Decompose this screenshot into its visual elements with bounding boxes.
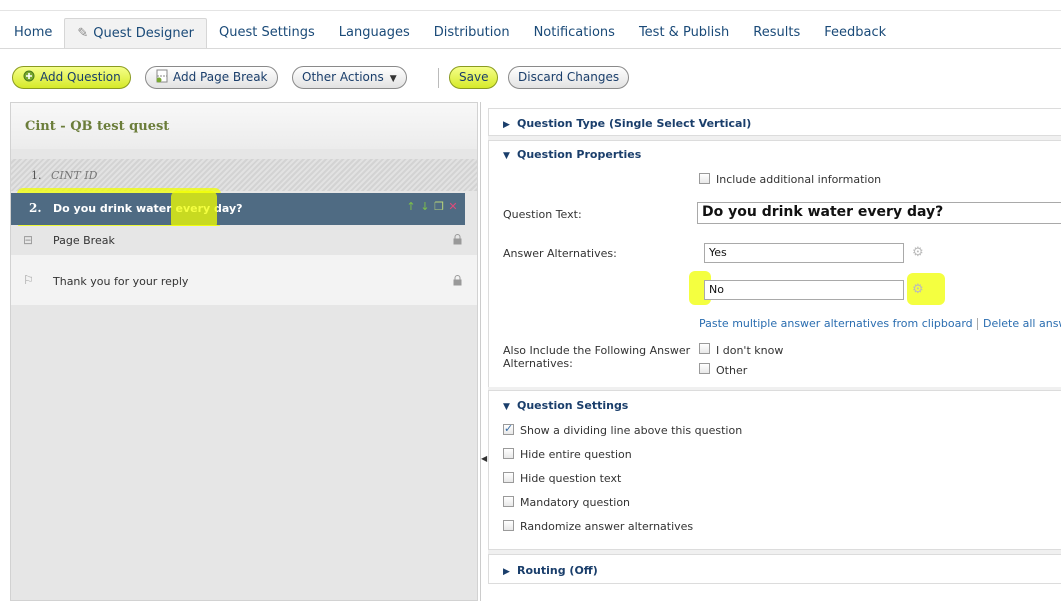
- question-type-header[interactable]: ▶ Question Type (Single Select Vertical): [503, 117, 751, 130]
- gear-icon[interactable]: ⚙: [912, 283, 926, 297]
- copy-icon[interactable]: ❐: [433, 201, 445, 213]
- question-properties-header[interactable]: ▼ Question Properties: [503, 148, 641, 161]
- question-row-2-selected[interactable]: 2. Do you drink water every day? ↑ ↓ ❐ ✕: [11, 193, 465, 225]
- question-text-input[interactable]: Do you drink water every day?: [697, 202, 1061, 224]
- question-list-panel: Cint - QB test quest 1. CINT ID 2. Do yo…: [10, 102, 478, 601]
- tab-results[interactable]: Results: [741, 18, 812, 48]
- quest-header: Cint - QB test quest: [11, 103, 477, 149]
- tab-test-publish[interactable]: Test & Publish: [627, 18, 741, 48]
- add-page-break-button[interactable]: Add Page Break: [145, 66, 278, 89]
- question-type-title: Question Type (Single Select Vertical): [517, 117, 752, 130]
- question-number: 2.: [29, 201, 42, 215]
- lock-icon: [453, 234, 463, 246]
- question-editor-panel: ▶ Question Type (Single Select Vertical) …: [488, 102, 1061, 601]
- other-checkbox[interactable]: [699, 363, 710, 374]
- hide-question-checkbox[interactable]: [503, 448, 514, 459]
- gear-icon[interactable]: ⚙: [912, 246, 926, 260]
- flag-icon: ⚐: [23, 273, 34, 287]
- quest-title: Cint - QB test quest: [25, 119, 170, 134]
- add-question-icon: [22, 69, 36, 83]
- highlight-mark: [171, 191, 217, 229]
- row-actions: ↑ ↓ ❐ ✕: [405, 201, 459, 213]
- include-info-checkbox[interactable]: [699, 173, 710, 184]
- top-navigation: Home ✎ Quest Designer Quest Settings Lang…: [0, 0, 1061, 58]
- answer-alternatives-label: Answer Alternatives:: [503, 247, 617, 260]
- expand-arrow-icon: ▶: [503, 120, 510, 130]
- question-settings-section: ▼ Question Settings Show a dividing line …: [488, 390, 1061, 550]
- also-include-label-2: Alternatives:: [503, 357, 573, 370]
- dont-know-label: I don't know: [716, 344, 784, 357]
- page-break-icon: [155, 69, 169, 83]
- expand-arrow-icon: ▶: [503, 567, 510, 577]
- tab-languages[interactable]: Languages: [327, 18, 422, 48]
- mandatory-checkbox[interactable]: [503, 496, 514, 507]
- also-include-label: Also Include the Following Answer: [503, 344, 691, 357]
- answer-input-1[interactable]: Yes: [704, 243, 904, 263]
- collapse-arrow-icon: ▼: [503, 151, 510, 161]
- link-separator: [977, 318, 978, 330]
- dont-know-checkbox[interactable]: [699, 343, 710, 354]
- other-actions-dropdown[interactable]: Other Actions ▼: [292, 66, 407, 89]
- page-break-label: Page Break: [53, 234, 115, 247]
- add-question-label: Add Question: [40, 70, 121, 84]
- tab-quest-designer[interactable]: ✎ Quest Designer: [64, 18, 207, 48]
- move-down-icon[interactable]: ↓: [419, 201, 431, 213]
- routing-title: Routing (Off): [517, 564, 598, 577]
- lock-icon: [453, 275, 463, 287]
- delete-icon[interactable]: ✕: [447, 201, 459, 213]
- dividing-line-label: Show a dividing line above this question: [520, 424, 743, 437]
- chevron-down-icon: ▼: [389, 74, 397, 84]
- hide-question-label: Hide entire question: [520, 448, 632, 461]
- question-settings-title: Question Settings: [517, 399, 629, 412]
- thank-you-row[interactable]: ⚐ Thank you for your reply: [11, 255, 477, 305]
- other-actions-label: Other Actions: [302, 70, 384, 84]
- pencil-icon: ✎: [77, 26, 89, 41]
- question-number: 1.: [31, 169, 42, 182]
- routing-section[interactable]: ▶ Routing (Off): [488, 554, 1061, 584]
- collapse-arrow-icon: ▼: [503, 402, 510, 412]
- top-divider: [0, 10, 1061, 11]
- collapse-arrow-icon[interactable]: ◀: [481, 454, 487, 463]
- hide-question-text-label: Hide question text: [520, 472, 622, 485]
- delete-all-answers-link[interactable]: Delete all answ: [983, 317, 1061, 330]
- toolbar: Add Question Add Page Break Other Action…: [0, 60, 1061, 94]
- tab-notifications[interactable]: Notifications: [522, 18, 627, 48]
- nav-tabs: Home ✎ Quest Designer Quest Settings Lang…: [4, 18, 898, 48]
- question-row-1[interactable]: 1. CINT ID: [11, 159, 477, 191]
- nav-divider: [0, 48, 1061, 49]
- include-info-label: Include additional information: [716, 173, 882, 186]
- page-break-row[interactable]: ⊟ Page Break: [11, 226, 477, 254]
- tab-distribution[interactable]: Distribution: [422, 18, 522, 48]
- randomize-label: Randomize answer alternatives: [520, 520, 694, 533]
- tab-quest-designer-label: Quest Designer: [93, 26, 194, 41]
- tab-quest-settings[interactable]: Quest Settings: [207, 18, 327, 48]
- other-label: Other: [716, 364, 748, 377]
- add-page-break-label: Add Page Break: [173, 70, 268, 84]
- hide-question-text-checkbox[interactable]: [503, 472, 514, 483]
- tab-home[interactable]: Home: [4, 18, 64, 48]
- tab-feedback[interactable]: Feedback: [812, 18, 898, 48]
- question-text-label: Question Text:: [503, 208, 582, 221]
- add-question-button[interactable]: Add Question: [12, 66, 131, 89]
- question-settings-header[interactable]: ▼ Question Settings: [503, 399, 628, 412]
- mandatory-label: Mandatory question: [520, 496, 631, 509]
- answer-input-2[interactable]: No: [704, 280, 904, 300]
- panel-splitter[interactable]: ◀: [480, 102, 487, 601]
- randomize-checkbox[interactable]: [503, 520, 514, 531]
- question-text: CINT ID: [51, 169, 98, 182]
- move-up-icon[interactable]: ↑: [405, 201, 417, 213]
- thank-you-label: Thank you for your reply: [53, 275, 189, 288]
- save-button[interactable]: Save: [449, 66, 499, 89]
- question-type-section[interactable]: ▶ Question Type (Single Select Vertical): [488, 108, 1061, 136]
- dividing-line-checkbox[interactable]: [503, 422, 514, 435]
- routing-header[interactable]: ▶ Routing (Off): [503, 564, 598, 577]
- paste-answers-link[interactable]: Paste multiple answer alternatives from …: [699, 317, 973, 330]
- page-break-icon: ⊟: [23, 233, 34, 247]
- question-properties-title: Question Properties: [517, 148, 642, 161]
- discard-changes-button[interactable]: Discard Changes: [508, 66, 630, 89]
- toolbar-separator: [438, 68, 439, 88]
